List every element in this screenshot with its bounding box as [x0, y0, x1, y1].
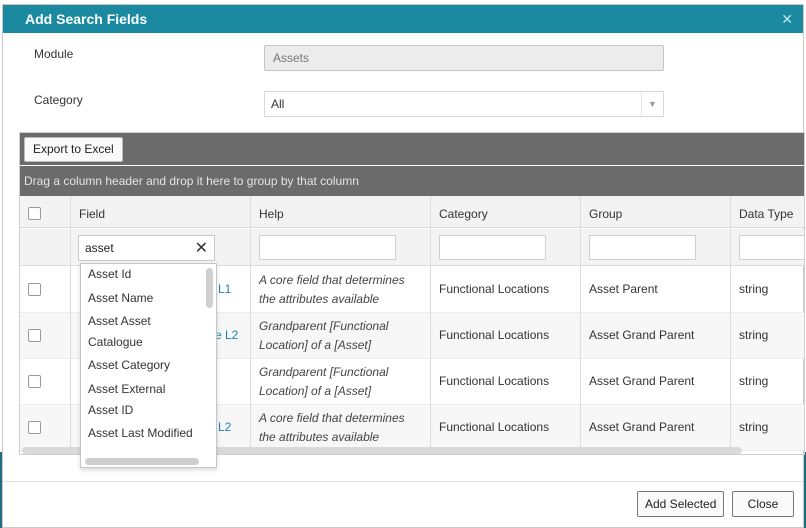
close-icon[interactable]: ✕ [781, 11, 793, 28]
footer-divider [3, 481, 803, 482]
data-type-cell: string [739, 374, 769, 388]
autocomplete-horizontal-scrollbar[interactable] [85, 458, 199, 465]
category-cell: Functional Locations [439, 420, 550, 434]
row-checkbox[interactable] [28, 283, 41, 296]
add-selected-button[interactable]: Add Selected [637, 491, 725, 517]
autocomplete-item[interactable]: Asset Asset Catalogue [88, 311, 188, 353]
help-line: the attributes available [259, 430, 380, 444]
category-cell: Functional Locations [439, 328, 550, 342]
column-header-field[interactable]: Field [79, 207, 105, 221]
clear-icon[interactable]: ✕ [195, 238, 208, 258]
grid-toolbar: Export to Excel [20, 133, 804, 165]
field-link[interactable]: e L2 [215, 328, 238, 342]
group-by-bar[interactable]: Drag a column header and drop it here to… [20, 166, 804, 196]
category-filter-input[interactable] [439, 235, 546, 260]
help-line: Location] of a [Asset] [259, 338, 372, 352]
add-search-fields-dialog: Add Search Fields ✕ Module Assets Catego… [2, 4, 805, 528]
column-divider [70, 196, 71, 451]
help-line: Grandparent [Functional [259, 365, 389, 379]
autocomplete-item[interactable]: Asset Category [88, 355, 170, 376]
group-by-hint: Drag a column header and drop it here to… [24, 174, 359, 188]
help-text: A core field that determines the attribu… [259, 409, 405, 447]
help-text: Grandparent [Functional Location] of a [… [259, 363, 388, 401]
row-checkbox[interactable] [28, 329, 41, 342]
dialog-title: Add Search Fields [25, 11, 148, 27]
help-line: Location] of a [Asset] [259, 384, 372, 398]
field-filter-value: asset [85, 241, 114, 255]
chevron-down-icon[interactable]: ▼ [641, 92, 663, 116]
grid-header: Field Help Category Group Data Type [20, 196, 804, 228]
data-type-cell: string [739, 420, 769, 434]
help-filter-input[interactable] [259, 235, 396, 260]
field-filter-input[interactable]: asset ✕ [78, 235, 215, 261]
autocomplete-vertical-scrollbar[interactable] [206, 268, 213, 308]
autocomplete-item[interactable]: Asset ID [88, 400, 133, 421]
autocomplete-item[interactable]: Asset External [88, 379, 165, 400]
field-autocomplete-list: Asset Id Asset Name Asset Asset Catalogu… [80, 263, 217, 468]
module-label: Module [34, 47, 74, 61]
field-link[interactable]: L2 [218, 420, 231, 434]
row-checkbox[interactable] [28, 375, 41, 388]
help-line: A core field that determines [259, 411, 405, 425]
data-type-cell: string [739, 282, 769, 296]
autocomplete-item[interactable]: Asset Last Modified [88, 423, 193, 444]
field-link[interactable]: L1 [218, 282, 231, 296]
category-select-value: All [271, 97, 285, 111]
help-text: Grandparent [Functional Location] of a [… [259, 317, 388, 355]
category-cell: Functional Locations [439, 282, 550, 296]
column-divider [730, 196, 731, 451]
row-checkbox[interactable] [28, 421, 41, 434]
autocomplete-item[interactable]: Asset Name [88, 288, 153, 309]
group-cell: Asset Grand Parent [589, 420, 695, 434]
column-header-group[interactable]: Group [589, 207, 622, 221]
column-divider [580, 196, 581, 451]
column-divider [250, 196, 251, 451]
column-header-help[interactable]: Help [259, 207, 284, 221]
category-select[interactable]: All ▼ [264, 91, 664, 117]
group-cell: Asset Grand Parent [589, 328, 695, 342]
help-line: Grandparent [Functional [259, 319, 389, 333]
export-to-excel-button[interactable]: Export to Excel [24, 137, 123, 162]
help-line: the attributes available [259, 292, 380, 306]
group-cell: Asset Grand Parent [589, 374, 695, 388]
category-label: Category [34, 93, 83, 107]
select-all-checkbox[interactable] [28, 207, 41, 220]
column-header-category[interactable]: Category [439, 207, 488, 221]
dialog-titlebar: Add Search Fields ✕ [3, 5, 803, 33]
group-cell: Asset Parent [589, 282, 658, 296]
column-header-data-type[interactable]: Data Type [739, 207, 793, 221]
help-line: A core field that determines [259, 273, 405, 287]
group-filter-input[interactable] [589, 235, 696, 260]
column-divider [430, 196, 431, 451]
data-type-filter-input[interactable] [739, 235, 804, 260]
help-text: A core field that determines the attribu… [259, 271, 405, 309]
module-field: Assets [264, 45, 664, 71]
close-button[interactable]: Close [732, 491, 794, 517]
data-type-cell: string [739, 328, 769, 342]
autocomplete-item[interactable]: Asset Id [88, 264, 131, 285]
category-cell: Functional Locations [439, 374, 550, 388]
